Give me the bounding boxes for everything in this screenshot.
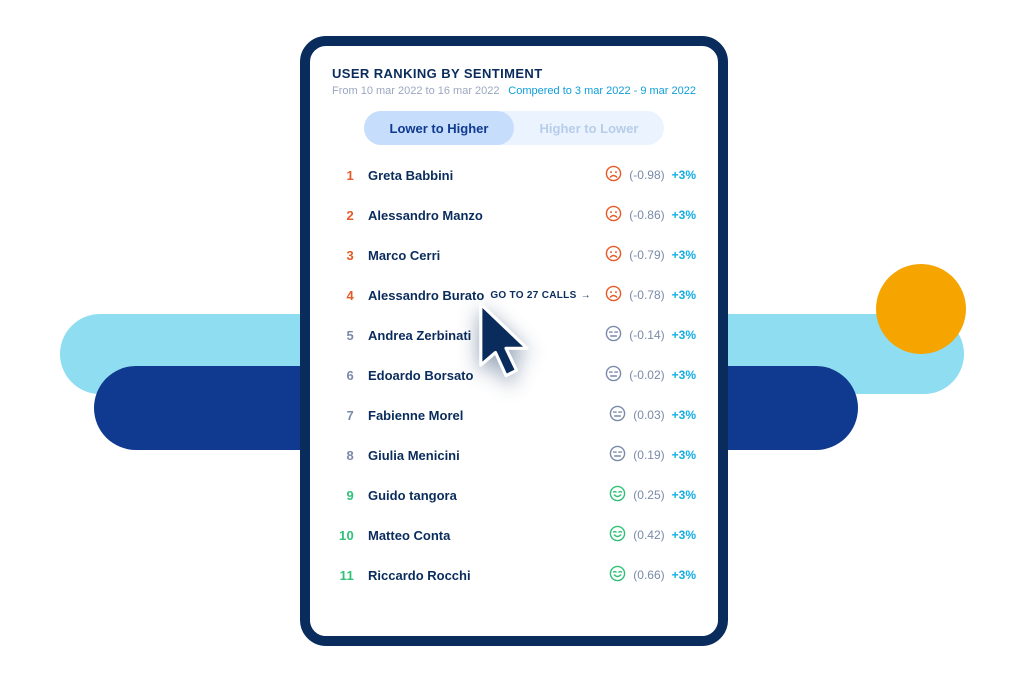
sentiment-delta: +3% <box>672 448 696 462</box>
face-neutral-icon <box>609 405 626 425</box>
ranking-row[interactable]: 8 Giulia Menicini (0.19) +3% <box>332 435 696 475</box>
rank-number: 5 <box>332 328 354 343</box>
device-frame: USER RANKING BY SENTIMENT From 10 mar 20… <box>300 36 728 646</box>
sentiment-delta: +3% <box>672 368 696 382</box>
decor-circle-orange <box>876 264 966 354</box>
sentiment-delta: +3% <box>672 168 696 182</box>
face-happy-icon <box>609 485 626 505</box>
metrics: (0.25) +3% <box>609 485 696 505</box>
user-name: Fabienne Morel <box>368 408 463 423</box>
rank-number: 3 <box>332 248 354 263</box>
ranking-row[interactable]: 11 Riccardo Rocchi (0.66) +3% <box>332 555 696 595</box>
ranking-row[interactable]: 3 Marco Cerri (-0.79) +3% <box>332 235 696 275</box>
rank-number: 9 <box>332 488 354 503</box>
sentiment-delta: +3% <box>672 288 696 302</box>
sentiment-delta: +3% <box>672 328 696 342</box>
rank-number: 2 <box>332 208 354 223</box>
sentiment-score: (-0.86) <box>629 208 664 222</box>
rank-number: 6 <box>332 368 354 383</box>
comparison-range: Compered to 3 mar 2022 - 9 mar 2022 <box>508 85 696 97</box>
face-sad-icon <box>605 165 622 185</box>
ranking-row[interactable]: 5 Andrea Zerbinati (-0.14) +3% <box>332 315 696 355</box>
sentiment-delta: +3% <box>672 528 696 542</box>
ranking-row[interactable]: 4 Alessandro Burato GO TO 27 CALLS → (-0… <box>332 275 696 315</box>
face-sad-icon <box>605 285 622 305</box>
sort-tabs: Lower to Higher Higher to Lower <box>364 111 664 145</box>
ranking-row[interactable]: 10 Matteo Conta (0.42) +3% <box>332 515 696 555</box>
face-neutral-icon <box>609 445 626 465</box>
sentiment-delta: +3% <box>672 408 696 422</box>
face-neutral-icon <box>605 365 622 385</box>
metrics: (0.19) +3% <box>609 445 696 465</box>
ranking-row[interactable]: 7 Fabienne Morel (0.03) +3% <box>332 395 696 435</box>
date-range: From 10 mar 2022 to 16 mar 2022 <box>332 85 500 97</box>
sentiment-delta: +3% <box>672 208 696 222</box>
sentiment-score: (0.03) <box>633 408 664 422</box>
face-happy-icon <box>609 565 626 585</box>
metrics: (-0.98) +3% <box>605 165 696 185</box>
tab-higher-to-lower[interactable]: Higher to Lower <box>514 111 664 145</box>
metrics: (0.03) +3% <box>609 405 696 425</box>
sentiment-score: (-0.98) <box>629 168 664 182</box>
ranking-row[interactable]: 2 Alessandro Manzo (-0.86) +3% <box>332 195 696 235</box>
face-neutral-icon <box>605 325 622 345</box>
sentiment-score: (0.66) <box>633 568 664 582</box>
user-name: Matteo Conta <box>368 528 450 543</box>
metrics: (-0.78) +3% <box>605 285 696 305</box>
metrics: (-0.14) +3% <box>605 325 696 345</box>
rank-number: 4 <box>332 288 354 303</box>
metrics: (-0.79) +3% <box>605 245 696 265</box>
sentiment-delta: +3% <box>672 248 696 262</box>
ranking-row[interactable]: 1 Greta Babbini (-0.98) +3% <box>332 155 696 195</box>
rank-number: 7 <box>332 408 354 423</box>
fade-overlay <box>310 596 718 636</box>
face-happy-icon <box>609 525 626 545</box>
rank-number: 8 <box>332 448 354 463</box>
user-name: Alessandro Burato <box>368 288 484 303</box>
sentiment-score: (-0.14) <box>629 328 664 342</box>
sentiment-score: (0.42) <box>633 528 664 542</box>
arrow-right-icon: → <box>581 290 591 301</box>
sentiment-delta: +3% <box>672 568 696 582</box>
user-name: Marco Cerri <box>368 248 440 263</box>
ranking-row[interactable]: 9 Guido tangora (0.25) +3% <box>332 475 696 515</box>
user-name: Andrea Zerbinati <box>368 328 471 343</box>
panel-title: USER RANKING BY SENTIMENT <box>332 66 696 81</box>
metrics: (-0.86) +3% <box>605 205 696 225</box>
metrics: (0.42) +3% <box>609 525 696 545</box>
sentiment-score: (0.25) <box>633 488 664 502</box>
user-name: Greta Babbini <box>368 168 453 183</box>
ranking-row[interactable]: 6 Edoardo Borsato (-0.02) +3% <box>332 355 696 395</box>
user-name: Guido tangora <box>368 488 457 503</box>
sentiment-score: (-0.79) <box>629 248 664 262</box>
user-name: Giulia Menicini <box>368 448 460 463</box>
face-sad-icon <box>605 205 622 225</box>
metrics: (-0.02) +3% <box>605 365 696 385</box>
user-name: Edoardo Borsato <box>368 368 473 383</box>
metrics: (0.66) +3% <box>609 565 696 585</box>
sentiment-score: (-0.78) <box>629 288 664 302</box>
user-name: Alessandro Manzo <box>368 208 483 223</box>
tab-lower-to-higher[interactable]: Lower to Higher <box>364 111 514 145</box>
sentiment-score: (-0.02) <box>629 368 664 382</box>
stage: USER RANKING BY SENTIMENT From 10 mar 20… <box>0 0 1024 691</box>
face-sad-icon <box>605 245 622 265</box>
panel-content: USER RANKING BY SENTIMENT From 10 mar 20… <box>310 46 718 595</box>
call-link-text: GO TO 27 CALLS <box>490 290 576 301</box>
user-name: Riccardo Rocchi <box>368 568 471 583</box>
sentiment-score: (0.19) <box>633 448 664 462</box>
rank-number: 10 <box>332 528 354 543</box>
rank-number: 11 <box>332 568 354 583</box>
panel-meta: From 10 mar 2022 to 16 mar 2022 Compered… <box>332 85 696 97</box>
sentiment-delta: +3% <box>672 488 696 502</box>
go-to-calls-link[interactable]: GO TO 27 CALLS → <box>490 290 591 301</box>
rank-number: 1 <box>332 168 354 183</box>
ranking-list: 1 Greta Babbini (-0.98) +3% 2 Alessandro… <box>332 155 696 595</box>
